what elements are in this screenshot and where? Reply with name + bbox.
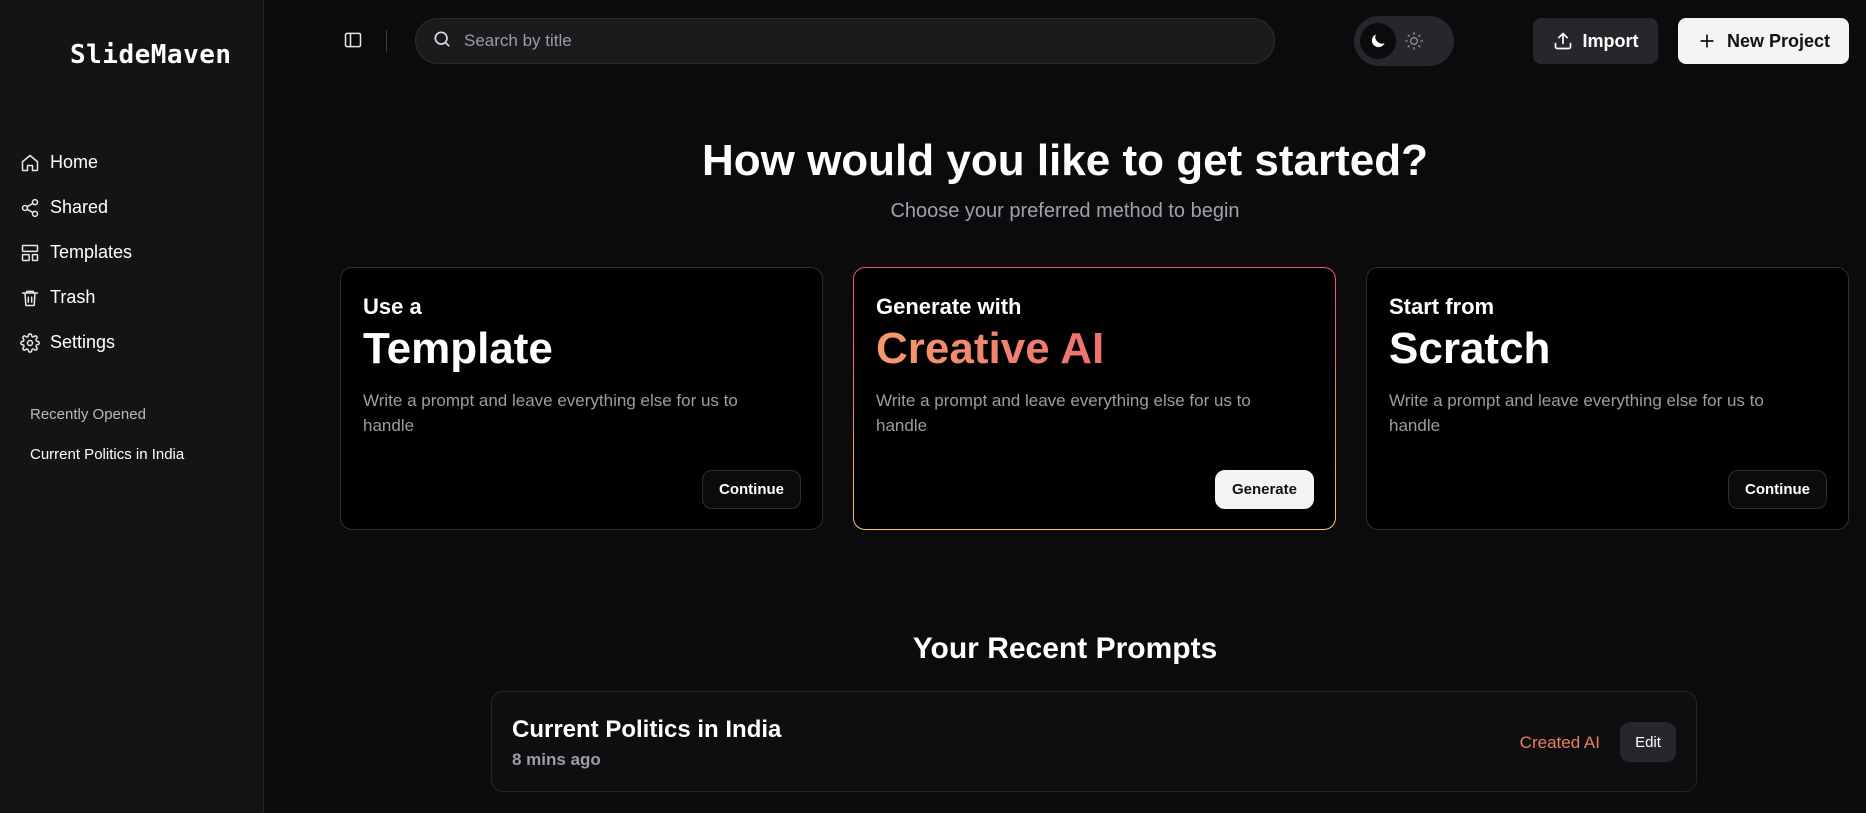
sun-icon bbox=[1405, 31, 1423, 50]
import-button[interactable]: Import bbox=[1533, 18, 1658, 64]
card-description: Write a prompt and leave everything else… bbox=[1389, 391, 1764, 435]
card-pretitle: Start from bbox=[1389, 294, 1495, 319]
sidebar-nav: Home Shared Templates Trash Settings bbox=[0, 140, 264, 365]
new-project-button[interactable]: New Project bbox=[1678, 18, 1849, 64]
card-title: Template bbox=[363, 324, 553, 373]
continue-button[interactable]: Continue bbox=[1728, 470, 1827, 509]
recent-prompts-heading: Your Recent Prompts bbox=[912, 632, 1218, 665]
card-title: Scratch bbox=[1389, 324, 1551, 373]
recently-opened-heading: Recently Opened bbox=[30, 406, 146, 423]
sidebar-item-label: Home bbox=[50, 152, 99, 172]
sidebar-item-settings[interactable]: Settings bbox=[0, 320, 264, 365]
card-title: Creative AI bbox=[876, 324, 1105, 373]
prompt-status: Created AI bbox=[1519, 733, 1600, 752]
moon-icon bbox=[1371, 34, 1385, 48]
edit-button[interactable]: Edit bbox=[1620, 722, 1676, 762]
search-input[interactable] bbox=[464, 31, 1244, 51]
search-bar bbox=[415, 18, 1275, 64]
import-label: Import bbox=[1582, 30, 1639, 51]
sidebar-item-templates[interactable]: Templates bbox=[0, 230, 264, 275]
sidebar-item-trash[interactable]: Trash bbox=[0, 275, 264, 320]
sidebar-item-home[interactable]: Home bbox=[0, 140, 264, 185]
upload-icon bbox=[1554, 32, 1571, 50]
home-icon bbox=[20, 153, 40, 173]
prompt-timestamp: 8 mins ago bbox=[512, 750, 601, 769]
trash-icon bbox=[20, 288, 40, 308]
toggle-sidebar-button[interactable] bbox=[341, 28, 365, 52]
sidebar-item-label: Shared bbox=[50, 197, 109, 217]
layout-icon bbox=[20, 243, 40, 263]
sidebar-item-label: Settings bbox=[50, 332, 116, 352]
light-mode-button[interactable] bbox=[1396, 23, 1432, 59]
generate-button[interactable]: Generate bbox=[1214, 470, 1314, 509]
dark-mode-button[interactable] bbox=[1360, 23, 1396, 59]
scratch-card[interactable]: Start from Scratch Write a prompt and le… bbox=[1366, 267, 1849, 530]
app-logo[interactable]: SlideMaven bbox=[70, 40, 232, 70]
divider bbox=[386, 30, 387, 52]
prompt-title: Current Politics in India bbox=[512, 716, 782, 743]
sidebar-item-label: Templates bbox=[50, 242, 133, 262]
template-card[interactable]: Use a Template Write a prompt and leave … bbox=[340, 267, 823, 530]
recent-prompt-row[interactable]: Current Politics in India 8 mins ago Cre… bbox=[491, 691, 1697, 792]
new-project-label: New Project bbox=[1726, 30, 1831, 51]
sidebar-item-label: Trash bbox=[50, 287, 96, 307]
recently-opened-item[interactable]: Current Politics in India bbox=[30, 446, 184, 463]
sidebar: SlideMaven Home Shared Templates Trash S… bbox=[0, 0, 264, 813]
theme-toggle bbox=[1354, 16, 1454, 66]
search-icon bbox=[432, 29, 452, 54]
card-description: Write a prompt and leave everything else… bbox=[876, 391, 1251, 435]
sidebar-panel-icon bbox=[344, 32, 362, 48]
creative-ai-card[interactable]: Generate with Creative AI Write a prompt… bbox=[853, 267, 1336, 530]
share-icon bbox=[20, 198, 40, 218]
plus-icon bbox=[1700, 34, 1714, 48]
page-subtitle: Choose your preferred method to begin bbox=[890, 200, 1240, 222]
continue-button[interactable]: Continue bbox=[702, 470, 801, 509]
sidebar-item-shared[interactable]: Shared bbox=[0, 185, 264, 230]
card-pretitle: Generate with bbox=[876, 294, 1022, 319]
card-description: Write a prompt and leave everything else… bbox=[363, 391, 738, 435]
gear-icon bbox=[20, 332, 40, 353]
page-title: How would you like to get started? bbox=[701, 136, 1429, 185]
card-pretitle: Use a bbox=[363, 294, 422, 319]
